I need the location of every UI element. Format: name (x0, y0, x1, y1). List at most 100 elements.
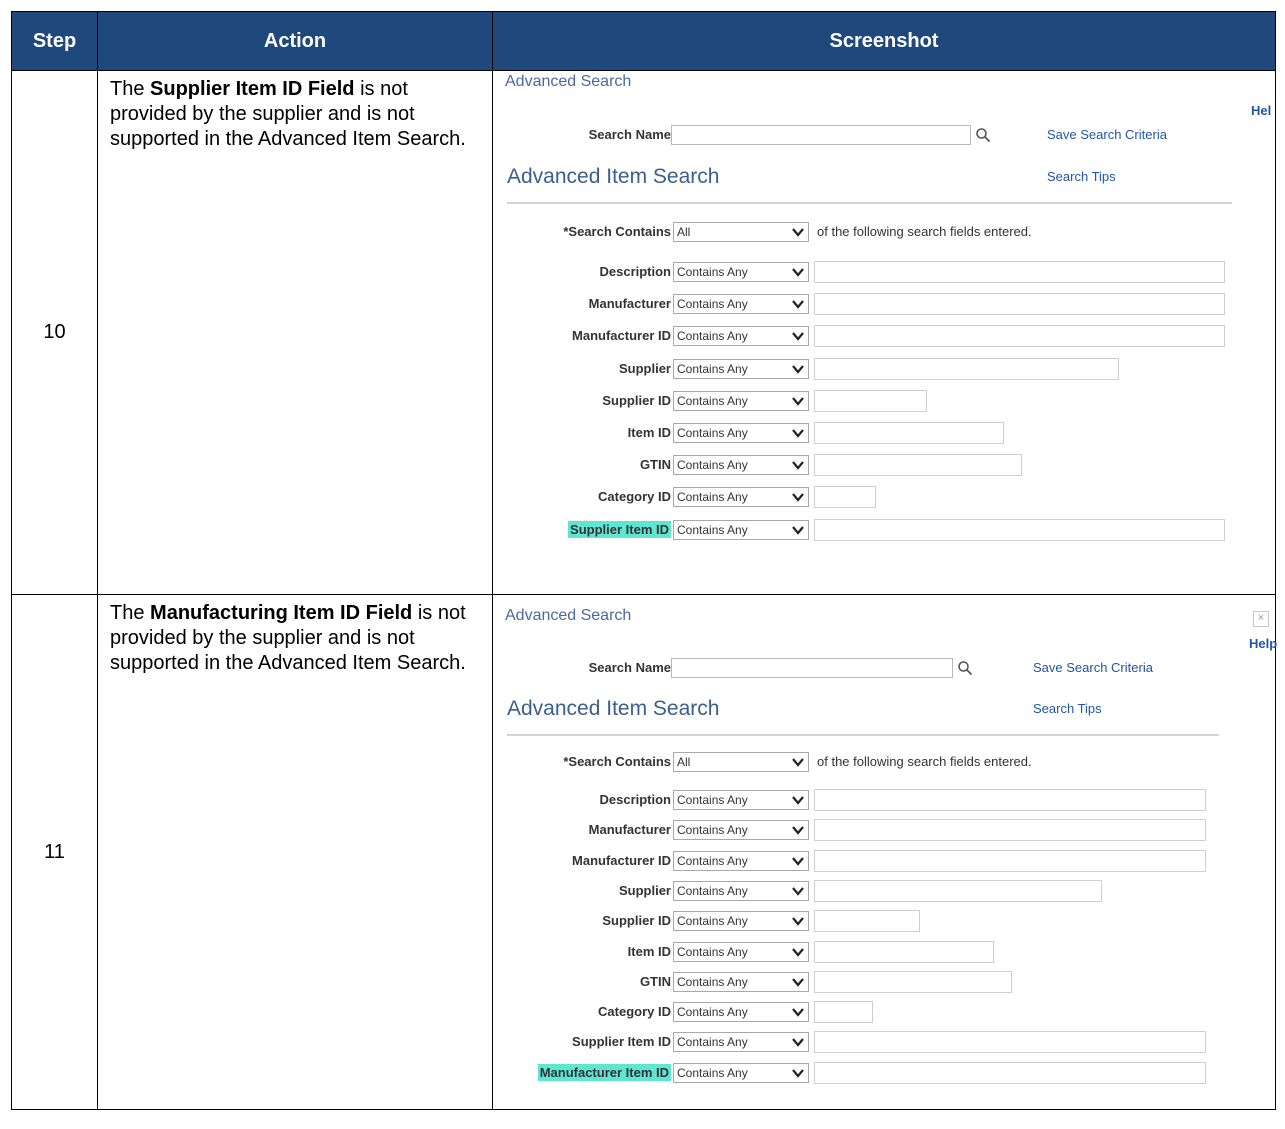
field-value-input[interactable] (814, 819, 1206, 842)
field-row: Item ID Contains Any (493, 940, 1263, 965)
operator-select[interactable]: Contains Any (673, 487, 809, 508)
field-value-input[interactable] (814, 1031, 1206, 1054)
operator-select[interactable]: Contains Any (673, 971, 809, 992)
field-row: Supplier ID Contains Any (493, 910, 1263, 934)
search-contains-suffix: of the following search fields entered. (817, 224, 1032, 239)
divider (507, 734, 1219, 736)
field-value-input[interactable] (814, 849, 1206, 872)
field-label-text: Manufacturer ID (572, 328, 671, 344)
chevron-down-icon (791, 823, 805, 837)
header-action: Action (97, 11, 493, 71)
field-value-input[interactable] (814, 261, 1225, 283)
operator-select[interactable]: Contains Any (673, 1032, 809, 1053)
operator-value: Contains Any (677, 914, 748, 929)
operator-select[interactable]: Contains Any (673, 1002, 809, 1023)
search-contains-value: All (677, 225, 691, 239)
field-label: GTIN (493, 974, 671, 989)
operator-select[interactable]: Contains Any (673, 880, 809, 901)
action-text: The Supplier Item ID Field is not provid… (97, 70, 493, 595)
save-search-criteria-link[interactable]: Save Search Criteria (1047, 127, 1167, 142)
chevron-down-icon (791, 1035, 805, 1049)
field-value-input[interactable] (814, 1001, 873, 1024)
chevron-down-icon (791, 265, 805, 279)
operator-select[interactable]: Contains Any (673, 423, 809, 443)
operator-select[interactable]: Contains Any (673, 294, 809, 315)
field-value-input[interactable] (814, 1061, 1206, 1084)
field-value-input[interactable] (814, 879, 1102, 902)
operator-select[interactable]: Contains Any (673, 358, 809, 379)
field-label: Item ID (493, 425, 671, 440)
operator-select[interactable]: Contains Any (673, 326, 809, 347)
field-value-input[interactable] (814, 357, 1119, 380)
field-label-text: Category ID (598, 489, 671, 505)
step-number: 10 (11, 70, 98, 595)
operator-value: Contains Any (677, 974, 748, 989)
advanced-search-screenshot: Advanced Search Hel Search Name Save Search… (493, 71, 1275, 588)
operator-value: Contains Any (677, 329, 748, 344)
help-link[interactable]: Hel (1251, 103, 1271, 118)
search-tips-link[interactable]: Search Tips (1033, 701, 1102, 716)
search-contains-select[interactable]: All (673, 222, 809, 242)
operator-select[interactable]: Contains Any (673, 519, 809, 540)
operator-select[interactable]: Contains Any (673, 390, 809, 411)
field-row: Manufacturer Contains Any (493, 293, 1263, 317)
chevron-down-icon (791, 362, 805, 376)
operator-select[interactable]: Contains Any (673, 911, 809, 932)
field-value-input[interactable] (814, 789, 1206, 811)
field-label: Item ID (493, 944, 671, 959)
screenshot-cell: Advanced Search Hel Search Name Save Search… (492, 70, 1276, 595)
field-label: GTIN (493, 457, 671, 472)
operator-value: Contains Any (677, 1035, 748, 1050)
field-value-input[interactable] (814, 293, 1225, 316)
field-value-input[interactable] (814, 940, 994, 963)
field-label: Description (493, 264, 671, 279)
operator-select[interactable]: Contains Any (673, 941, 809, 962)
operator-value: Contains Any (677, 1005, 748, 1020)
search-icon[interactable] (957, 660, 973, 676)
help-link[interactable]: Help (1249, 636, 1277, 651)
field-label: Manufacturer ID (493, 853, 671, 868)
search-tips-link[interactable]: Search Tips (1047, 169, 1116, 184)
step-row-10: 10 The Supplier Item ID Field is not pro… (11, 70, 1276, 595)
field-label: Supplier ID (493, 393, 671, 408)
chevron-down-icon (791, 1066, 805, 1080)
search-name-input[interactable] (671, 125, 971, 145)
field-row: Supplier ID Contains Any (493, 389, 1263, 414)
header-step: Step (11, 11, 98, 71)
field-label: Category ID (493, 489, 671, 504)
operator-value: Contains Any (677, 393, 748, 408)
field-value-input[interactable] (814, 910, 920, 933)
field-value-input[interactable] (814, 518, 1225, 541)
advanced-search-screenshot: Advanced Search × Help Search Name Save Sear… (493, 595, 1277, 1103)
field-value-input[interactable] (814, 486, 876, 509)
step-number: 11 (11, 594, 98, 1110)
operator-select[interactable]: Contains Any (673, 820, 809, 841)
search-name-input[interactable] (671, 658, 953, 678)
search-icon[interactable] (975, 127, 991, 143)
chevron-down-icon (791, 854, 805, 868)
save-search-criteria-link[interactable]: Save Search Criteria (1033, 660, 1153, 675)
search-contains-select[interactable]: All (673, 752, 809, 772)
action-text-pre: The (110, 78, 151, 100)
operator-select[interactable]: Contains Any (673, 790, 809, 810)
field-row: GTIN Contains Any (493, 454, 1263, 478)
operator-select[interactable]: Contains Any (673, 262, 809, 282)
action-text-bold: Supplier Item ID Field (150, 78, 355, 100)
close-icon[interactable]: × (1253, 611, 1269, 627)
field-label-text: Description (599, 792, 671, 807)
field-row: Category ID Contains Any (493, 486, 1263, 510)
field-value-input[interactable] (814, 422, 1004, 444)
field-value-input[interactable] (814, 389, 927, 412)
search-name-label: Search Name (588, 127, 671, 142)
operator-value: Contains Any (677, 458, 748, 473)
chevron-down-icon (791, 945, 805, 959)
field-value-input[interactable] (814, 454, 1022, 477)
search-name-label: Search Name (588, 660, 671, 675)
operator-select[interactable]: Contains Any (673, 850, 809, 871)
operator-select[interactable]: Contains Any (673, 455, 809, 476)
field-value-input[interactable] (814, 325, 1225, 348)
field-value-input[interactable] (814, 970, 1012, 993)
field-label-text: Item ID (627, 943, 671, 959)
operator-select[interactable]: Contains Any (673, 1062, 809, 1083)
field-label-text: Supplier ID (602, 913, 671, 929)
